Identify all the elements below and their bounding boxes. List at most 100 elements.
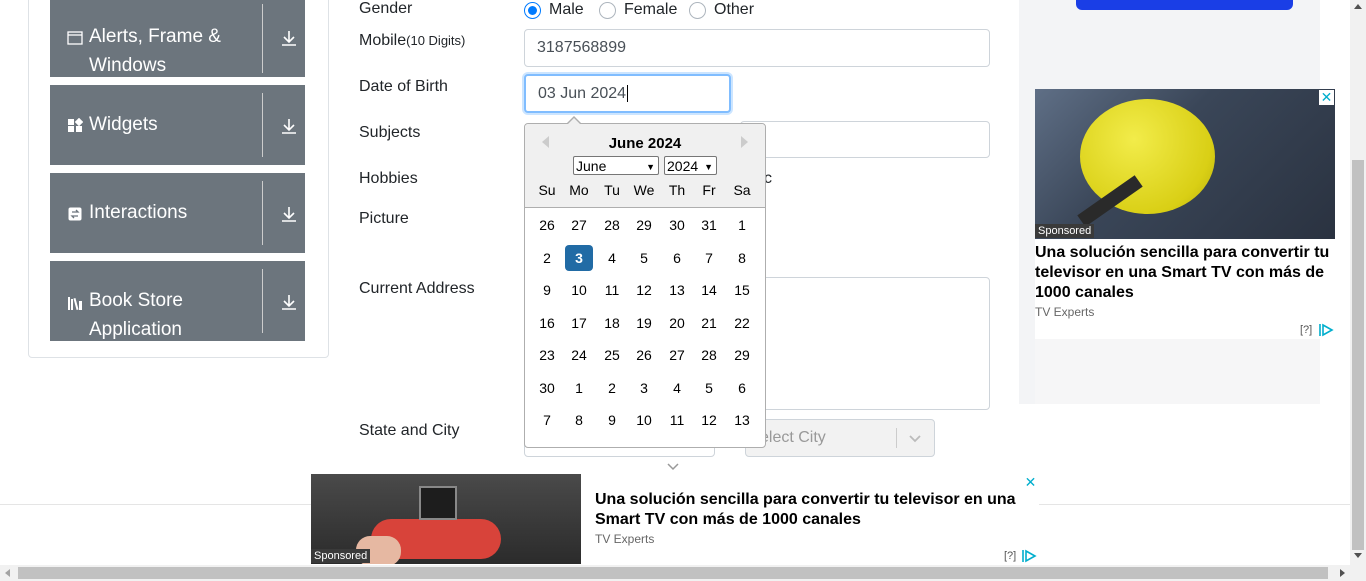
mobile-input[interactable]: 3187568899 [524,29,990,67]
weekday-label: Sa [733,182,751,198]
calendar-day[interactable]: 23 [533,342,561,368]
calendar-day[interactable]: 18 [598,310,626,336]
download-icon[interactable] [279,116,299,136]
calendar-day[interactable]: 31 [695,212,723,238]
state-city-label: State and City [359,422,460,439]
calendar-day[interactable]: 26 [630,342,658,368]
calendar-day[interactable]: 7 [533,407,561,433]
calendar-day[interactable]: 11 [663,407,691,433]
calendar-day[interactable]: 6 [728,375,756,401]
year-select[interactable]: 2024 ▼ [664,156,717,175]
ad-source[interactable]: TV Experts [1035,305,1094,319]
dob-input[interactable]: 03 Jun 2024 [524,74,731,113]
calendar-day[interactable]: 9 [533,277,561,303]
calendar-day[interactable]: 9 [598,407,626,433]
close-icon[interactable]: ✕ [1023,475,1038,490]
gender-male-option[interactable]: Male [524,0,584,20]
calendar-day[interactable]: 24 [565,342,593,368]
scroll-right-arrow[interactable] [1340,569,1345,577]
gender-female-option[interactable]: Female [599,0,677,20]
calendar-day[interactable]: 16 [533,310,561,336]
calendar-day[interactable]: 14 [695,277,723,303]
calendar-day[interactable]: 29 [630,212,658,238]
sponsored-badge: Sponsored [1035,224,1095,238]
calendar-day[interactable]: 12 [630,277,658,303]
sidebar-group-book-store[interactable]: Book Store Application [50,261,305,341]
subjects-input[interactable] [740,121,990,158]
calendar-day[interactable]: 26 [533,212,561,238]
calendar-day[interactable]: 25 [598,342,626,368]
calendar-day[interactable]: 19 [630,310,658,336]
calendar-day[interactable]: 17 [565,310,593,336]
calendar-day[interactable]: 4 [598,245,626,271]
calendar-day[interactable]: 27 [663,342,691,368]
ad-source[interactable]: TV Experts [595,532,654,546]
calendar-day[interactable]: 10 [630,407,658,433]
calendar-day[interactable]: 20 [663,310,691,336]
calendar-day[interactable]: 5 [695,375,723,401]
scroll-up-arrow[interactable] [1354,4,1362,9]
chevron-down-icon[interactable] [908,431,922,450]
vertical-scrollbar-thumb[interactable] [1352,160,1364,550]
calendar-day[interactable]: 5 [630,245,658,271]
radio-other[interactable] [689,1,706,19]
download-icon[interactable] [279,28,299,48]
calendar-day[interactable]: 8 [565,407,593,433]
scroll-left-arrow[interactable] [5,569,10,577]
ad-headline[interactable]: Una solución sencilla para convertir tu … [1035,243,1335,303]
text-cursor [627,85,629,102]
close-icon[interactable]: ✕ [1319,90,1334,105]
gender-other-option[interactable]: Other [689,0,754,20]
sidebar-group-interactions[interactable]: Interactions [50,173,305,253]
calendar-day[interactable]: 2 [598,375,626,401]
calendar-day[interactable]: 2 [533,245,561,271]
horizontal-scrollbar-thumb[interactable] [18,567,1328,579]
calendar-day[interactable]: 27 [565,212,593,238]
calendar-day[interactable]: 6 [663,245,691,271]
calendar-day[interactable]: 15 [728,277,756,303]
calendar-day[interactable]: 8 [728,245,756,271]
calendar-day[interactable]: 30 [663,212,691,238]
address-textarea[interactable] [740,277,990,410]
calendar-day[interactable]: 13 [663,277,691,303]
calendar-day[interactable]: 21 [695,310,723,336]
calendar-day[interactable]: 10 [565,277,593,303]
weekday-label: Fr [702,182,716,198]
sidebar-group-widgets[interactable]: Widgets [50,85,305,165]
calendar-day[interactable]: 30 [533,375,561,401]
calendar-day[interactable]: 3 [630,375,658,401]
calendar-day[interactable]: 29 [728,342,756,368]
year-select-value: 2024 [667,157,699,174]
calendar-day[interactable]: 1 [728,212,756,238]
subjects-label: Subjects [359,124,421,141]
sidebar-group-alerts[interactable]: Alerts, Frame & Windows [50,0,305,77]
calendar-day[interactable]: 7 [695,245,723,271]
radio-female[interactable] [599,1,616,19]
calendar-day[interactable]: 13 [728,407,756,433]
radio-other-label[interactable]: Other [714,1,754,19]
month-select[interactable]: June ▼ [573,156,659,175]
ad-help[interactable]: [?] [1300,324,1312,336]
calendar-day[interactable]: 28 [695,342,723,368]
ad-button[interactable] [1076,0,1293,10]
calendar-day[interactable]: 28 [598,212,626,238]
ad-headline[interactable]: Una solución sencilla para convertir tu … [595,490,1025,530]
download-icon[interactable] [279,292,299,312]
chevron-down-icon: ▼ [704,162,713,172]
scroll-down-arrow[interactable] [1354,553,1362,558]
calendar-day[interactable]: 3 [565,245,593,271]
radio-male-label[interactable]: Male [549,1,584,19]
adchoices-icon[interactable] [1318,323,1334,342]
city-select[interactable]: elect City [745,419,935,457]
calendar-day[interactable]: 12 [695,407,723,433]
download-icon[interactable] [279,204,299,224]
calendar-day[interactable]: 22 [728,310,756,336]
calendar-day[interactable]: 4 [663,375,691,401]
sidebar-group-label: Application [89,319,182,340]
ad-image[interactable] [1035,89,1335,239]
calendar-day[interactable]: 1 [565,375,593,401]
radio-female-label[interactable]: Female [624,1,677,19]
calendar-day[interactable]: 11 [598,277,626,303]
radio-male[interactable] [524,1,541,19]
ad-help[interactable]: [?] [1004,550,1016,562]
